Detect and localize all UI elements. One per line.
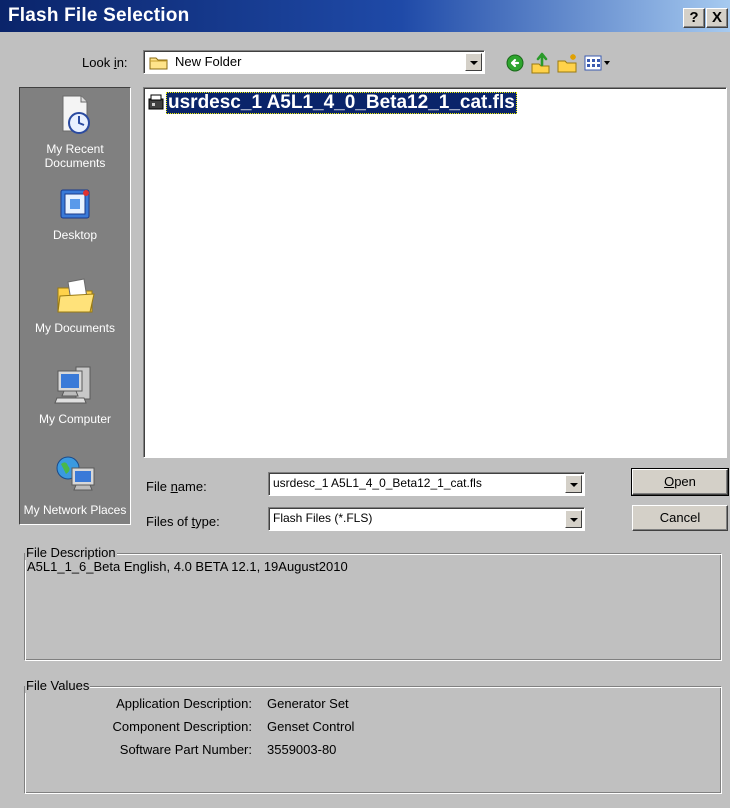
file-description-legend: File Description: [25, 545, 117, 560]
place-label: My Recent Documents: [44, 142, 106, 170]
place-my-computer[interactable]: My Computer: [20, 363, 130, 426]
flash-file-icon: [148, 93, 164, 114]
up-folder-icon[interactable]: [530, 52, 552, 77]
close-button[interactable]: X: [706, 8, 728, 28]
my-documents-icon: [20, 276, 130, 319]
look-in-value: New Folder: [175, 54, 242, 69]
application-description-key: Application Description:: [116, 696, 252, 711]
file-value-row: Component Description:: [25, 719, 252, 735]
file-value-row: Application Description:: [25, 696, 252, 712]
back-icon[interactable]: [505, 53, 525, 76]
file-values-group: File Values Application Description: Gen…: [24, 678, 722, 794]
component-description-value: Genset Control: [267, 719, 355, 734]
file-name-combo[interactable]: usrdesc_1 A5L1_4_0_Beta12_1_cat.fls: [268, 472, 585, 496]
file-name-dropdown-button[interactable]: [565, 475, 582, 493]
file-value-row: Software Part Number:: [25, 742, 252, 758]
help-button[interactable]: ?: [683, 8, 705, 28]
look-in-label: Look in:: [82, 55, 128, 70]
my-computer-icon: [20, 363, 130, 410]
desktop-icon: [20, 187, 130, 226]
file-type-combo[interactable]: Flash Files (*.FLS): [268, 507, 585, 531]
view-menu-icon[interactable]: [584, 54, 614, 75]
place-desktop[interactable]: Desktop: [20, 187, 130, 242]
application-description-value: Generator Set: [267, 696, 349, 711]
list-item[interactable]: usrdesc_1 A5L1_4_0_Beta12_1_cat.fls: [148, 92, 517, 114]
title-bar: Flash File Selection ? X: [0, 0, 730, 32]
place-label: My Computer: [38, 412, 112, 426]
network-places-icon: [20, 454, 130, 501]
place-label: My Documents: [34, 321, 116, 335]
file-list[interactable]: usrdesc_1 A5L1_4_0_Beta12_1_cat.fls: [143, 87, 727, 458]
place-label: Desktop: [52, 228, 98, 242]
place-my-recent-documents[interactable]: My Recent Documents: [20, 93, 130, 170]
place-my-network-places[interactable]: My Network Places: [20, 454, 130, 517]
window-title: Flash File Selection: [8, 5, 190, 26]
file-values-legend: File Values: [25, 678, 91, 693]
software-part-number-key: Software Part Number:: [119, 742, 252, 757]
cancel-button[interactable]: Cancel: [632, 505, 728, 531]
file-name-label: usrdesc_1 A5L1_4_0_Beta12_1_cat.fls: [166, 92, 517, 114]
place-my-documents[interactable]: My Documents: [20, 276, 130, 335]
places-bar: My Recent Documents Desktop My Documents: [19, 87, 131, 525]
file-type-dropdown-button[interactable]: [565, 510, 582, 528]
file-type-value: Flash Files (*.FLS): [273, 511, 373, 525]
new-folder-icon[interactable]: [556, 52, 580, 77]
file-description-group: File Description A5L1_1_6_Beta English, …: [24, 545, 722, 661]
file-type-label: Files of type:: [146, 514, 220, 529]
file-name-input[interactable]: usrdesc_1 A5L1_4_0_Beta12_1_cat.fls: [273, 476, 482, 490]
file-description-text: A5L1_1_6_Beta English, 4.0 BETA 12.1, 19…: [27, 559, 348, 574]
folder-icon: [149, 55, 169, 73]
look-in-combo[interactable]: New Folder: [143, 50, 485, 74]
file-name-label-text: File name:: [146, 479, 207, 494]
open-button[interactable]: Open: [631, 468, 729, 496]
software-part-number-value: 3559003-80: [267, 742, 337, 757]
component-description-key: Component Description:: [112, 719, 252, 734]
place-label: My Network Places: [23, 503, 127, 517]
look-in-dropdown-button[interactable]: [465, 53, 482, 71]
recent-documents-icon: [20, 93, 130, 140]
